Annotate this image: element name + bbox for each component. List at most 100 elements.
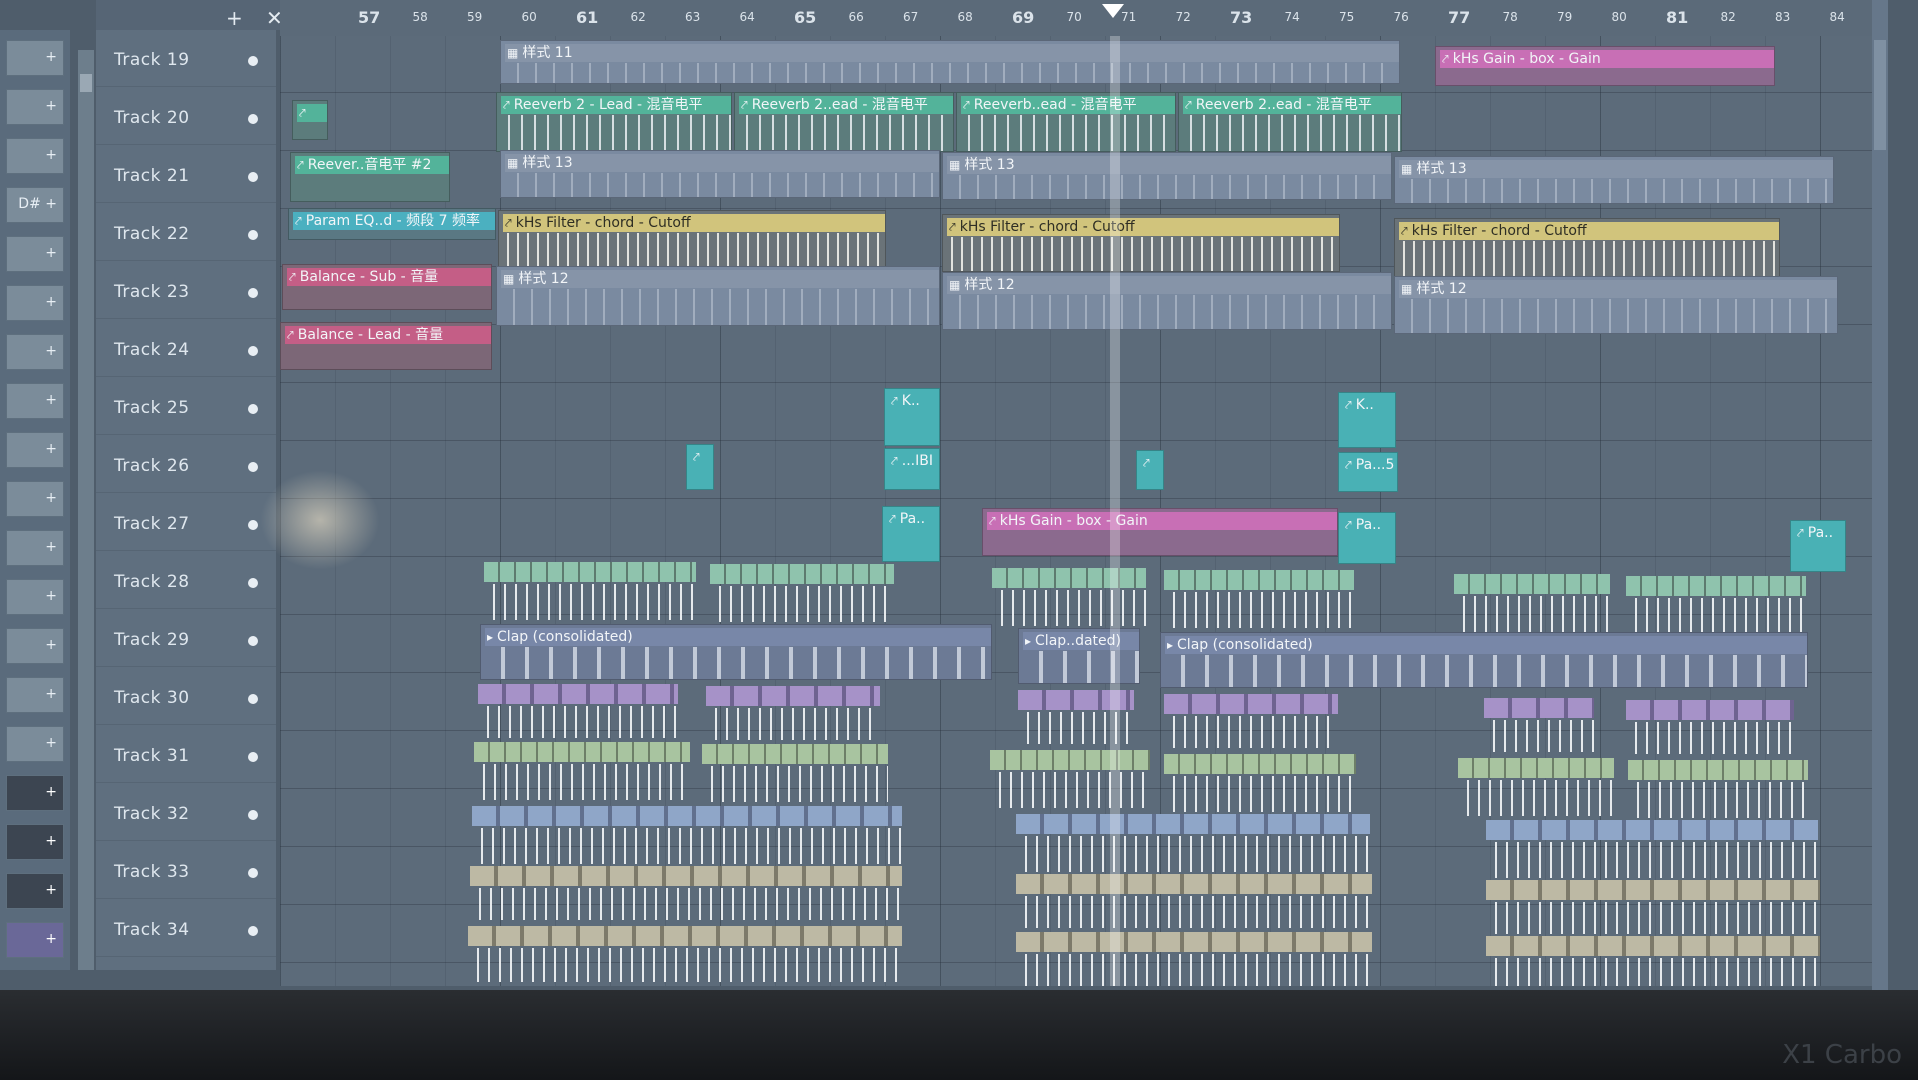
track-enable-toggle[interactable]	[248, 172, 258, 182]
mixer-insert-button[interactable]: +	[6, 236, 64, 272]
track-enable-toggle[interactable]	[248, 114, 258, 124]
track-scrollbar-thumb[interactable]	[80, 74, 92, 92]
audio-clip[interactable]	[1486, 936, 1820, 986]
audio-clip[interactable]	[706, 686, 880, 740]
audio-clip[interactable]	[702, 744, 888, 802]
mixer-insert-button[interactable]: +	[6, 481, 64, 517]
mixer-insert-button[interactable]: +	[6, 775, 64, 811]
audio-clip[interactable]: ▸ Clap (consolidated)	[1160, 632, 1808, 688]
track-lane[interactable]	[280, 326, 1872, 383]
track-header[interactable]: Track 29	[96, 610, 276, 667]
audio-clip[interactable]	[1486, 880, 1820, 934]
automation-clip[interactable]: ⤤ kHs Gain - box - Gain	[982, 508, 1338, 556]
track-header[interactable]: Track 20	[96, 88, 276, 145]
automation-clip[interactable]: ⤤ Param EQ..d - 频段 7 频率	[288, 208, 496, 240]
track-enable-toggle[interactable]	[248, 636, 258, 646]
audio-clip[interactable]	[468, 926, 902, 982]
mixer-insert-button[interactable]: +	[6, 334, 64, 370]
mixer-insert-button[interactable]: +	[6, 922, 64, 958]
audio-clip[interactable]	[484, 562, 696, 620]
automation-clip[interactable]: ⤤ Reeverb 2..ead - 混音电平	[1178, 92, 1402, 152]
audio-clip[interactable]: ▸ Clap..dated)	[1018, 628, 1140, 684]
automation-clip[interactable]: ⤤	[292, 100, 328, 140]
automation-clip[interactable]: ⤤ Balance - Lead - 音量	[280, 322, 492, 370]
audio-clip[interactable]	[1626, 576, 1806, 632]
automation-clip[interactable]: ⤤	[686, 444, 714, 490]
track-enable-toggle[interactable]	[248, 346, 258, 356]
audio-clip[interactable]	[1016, 814, 1370, 872]
audio-clip[interactable]	[990, 750, 1150, 808]
mixer-insert-button[interactable]: +	[6, 530, 64, 566]
automation-clip[interactable]: ⤤ Pa..	[1790, 520, 1846, 572]
pattern-clip[interactable]: ▦ 样式 12	[1394, 276, 1838, 334]
track-header[interactable]: Track 34	[96, 900, 276, 957]
mixer-insert-button[interactable]: +	[6, 873, 64, 909]
automation-clip[interactable]: ⤤ kHs Filter - chord - Cutoff	[498, 210, 886, 270]
mixer-insert-button[interactable]: +	[6, 628, 64, 664]
vertical-scrollbar[interactable]	[1872, 0, 1888, 990]
automation-clip[interactable]: ⤤ Reeverb..ead - 混音电平	[956, 92, 1176, 152]
track-header[interactable]: Track 30	[96, 668, 276, 725]
audio-clip[interactable]	[1486, 820, 1818, 878]
track-header[interactable]: Track 27	[96, 494, 276, 551]
pattern-clip[interactable]: ▦ 样式 13	[1394, 156, 1834, 204]
automation-clip[interactable]: ⤤ kHs Gain - box - Gain	[1435, 46, 1775, 86]
automation-clip[interactable]: ⤤ K..	[884, 388, 940, 446]
track-enable-toggle[interactable]	[248, 926, 258, 936]
pattern-clip[interactable]: ▦ 样式 13	[500, 150, 940, 198]
audio-clip[interactable]	[472, 806, 902, 864]
automation-clip[interactable]: ⤤ Reeverb 2 - Lead - 混音电平	[496, 92, 732, 152]
audio-clip[interactable]	[1164, 754, 1356, 812]
mixer-insert-button[interactable]: +	[6, 383, 64, 419]
mixer-insert-button[interactable]: +	[6, 285, 64, 321]
automation-clip[interactable]: ⤤ Reever..音电平 #2	[290, 152, 450, 202]
track-header[interactable]: Track 21	[96, 146, 276, 203]
track-enable-toggle[interactable]	[248, 288, 258, 298]
add-track-icon[interactable]: +	[226, 6, 243, 30]
track-header[interactable]: Track 32	[96, 784, 276, 841]
audio-clip[interactable]	[1626, 700, 1794, 754]
track-enable-toggle[interactable]	[248, 694, 258, 704]
audio-clip[interactable]	[1164, 694, 1338, 748]
track-header[interactable]: Track 26	[96, 436, 276, 493]
automation-clip[interactable]: ⤤	[1136, 450, 1164, 490]
audio-clip[interactable]	[1016, 874, 1372, 928]
automation-clip[interactable]: ⤤ Balance - Sub - 音量	[282, 264, 492, 310]
track-header[interactable]: Track 19	[96, 30, 276, 87]
track-enable-toggle[interactable]	[248, 752, 258, 762]
track-header[interactable]: Track 23	[96, 262, 276, 319]
track-enable-toggle[interactable]	[248, 520, 258, 530]
audio-clip[interactable]	[478, 684, 678, 738]
audio-clip[interactable]	[1164, 570, 1354, 628]
mixer-insert-button[interactable]: +	[6, 40, 64, 76]
audio-clip[interactable]: ▸ Clap (consolidated)	[480, 624, 992, 680]
automation-clip[interactable]: ⤤ Pa..	[1338, 512, 1396, 564]
track-header[interactable]: Track 28	[96, 552, 276, 609]
audio-clip[interactable]	[1458, 758, 1614, 816]
automation-clip[interactable]: ⤤ K..	[1338, 392, 1396, 448]
pattern-clip[interactable]: ▦ 样式 12	[496, 266, 940, 326]
audio-clip[interactable]	[474, 742, 690, 800]
mixer-insert-button[interactable]: +	[6, 579, 64, 615]
mixer-insert-button[interactable]: +	[6, 677, 64, 713]
track-header[interactable]: Track 25	[96, 378, 276, 435]
pattern-clip[interactable]: ▦ 样式 13	[942, 152, 1392, 200]
track-enable-toggle[interactable]	[248, 578, 258, 588]
track-header[interactable]: Track 22	[96, 204, 276, 261]
audio-clip[interactable]	[470, 866, 902, 920]
audio-clip[interactable]	[1454, 574, 1610, 632]
track-header[interactable]: Track 24	[96, 320, 276, 377]
track-lane[interactable]	[280, 442, 1872, 499]
automation-clip[interactable]: ⤤ kHs Filter - chord - Cutoff	[942, 214, 1340, 272]
pattern-clip[interactable]: ▦ 样式 11	[500, 40, 1400, 84]
mixer-insert-button[interactable]: +	[6, 138, 64, 174]
pattern-clip[interactable]: ▦ 样式 12	[942, 272, 1392, 330]
mixer-insert-button[interactable]: +	[6, 726, 64, 762]
mixer-insert-button[interactable]: D# +	[6, 187, 64, 223]
playhead-marker-icon[interactable]	[1102, 4, 1124, 18]
track-header[interactable]: Track 33	[96, 842, 276, 899]
track-enable-toggle[interactable]	[248, 810, 258, 820]
audio-clip[interactable]	[992, 568, 1146, 626]
automation-clip[interactable]: ⤤ ...IBI	[884, 448, 940, 490]
scrollbar-thumb[interactable]	[1874, 40, 1886, 150]
